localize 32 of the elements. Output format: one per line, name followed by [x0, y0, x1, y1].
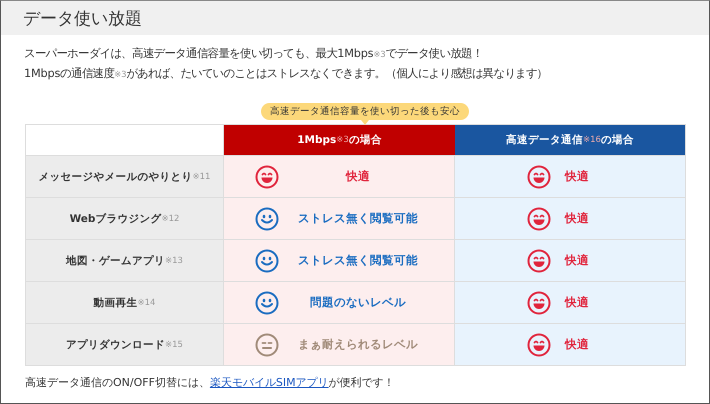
rating-text: 快適	[565, 253, 589, 268]
rating-text: 問題のないレベル	[309, 295, 407, 310]
rating-text: 快適	[565, 211, 589, 226]
rating-text: 快適	[565, 295, 589, 310]
intro-text: 1Mbpsの通信速度※3があれば、たいていのことはストレスなくできます。（個人により感想は異なります）	[24, 66, 549, 82]
smiling-face-icon	[255, 290, 279, 314]
rating-text: 快適	[565, 169, 589, 184]
row-label: 動画再生※14	[26, 281, 224, 323]
row-label: アプリダウンロード※15	[26, 323, 224, 365]
page-title: データ使い放題	[23, 8, 142, 30]
laughing-face-icon	[527, 164, 551, 188]
rating-text: 快適	[344, 169, 371, 184]
rating-text: まぁ耐えられるレベル	[297, 337, 419, 352]
app-link[interactable]: 楽天モバイルSIMアプリ	[210, 376, 329, 389]
laughing-face-icon	[527, 206, 551, 230]
intro-text: スーパーホーダイは、高速データ通信容量を使い切っても、最大1Mbps※3でデータ使い放題！	[24, 46, 484, 62]
neutral-face-icon	[255, 332, 279, 356]
rating-text: ストレス無く閲覧可能	[297, 253, 419, 268]
column-header: 高速データ通信※16の場合	[455, 125, 685, 155]
laughing-face-icon	[255, 164, 279, 188]
rating-text: ストレス無く閲覧可能	[297, 211, 419, 226]
rating-text: 快適	[565, 337, 589, 352]
column-header: 1Mbps※3の場合	[224, 125, 455, 155]
laughing-face-icon	[527, 290, 551, 314]
row-label: Webブラウジング※12	[26, 197, 224, 239]
laughing-face-icon	[527, 332, 551, 356]
laughing-face-icon	[527, 248, 551, 272]
row-label: 地図・ゲームアプリ※13	[26, 239, 224, 281]
row-label: メッセージやメールのやりとり※11	[26, 155, 224, 197]
smiling-face-icon	[255, 206, 279, 230]
footer-text: 高速データ通信のON/OFF切替には、楽天モバイルSIMアプリ が便利です！	[25, 375, 396, 390]
smiling-face-icon	[255, 248, 279, 272]
